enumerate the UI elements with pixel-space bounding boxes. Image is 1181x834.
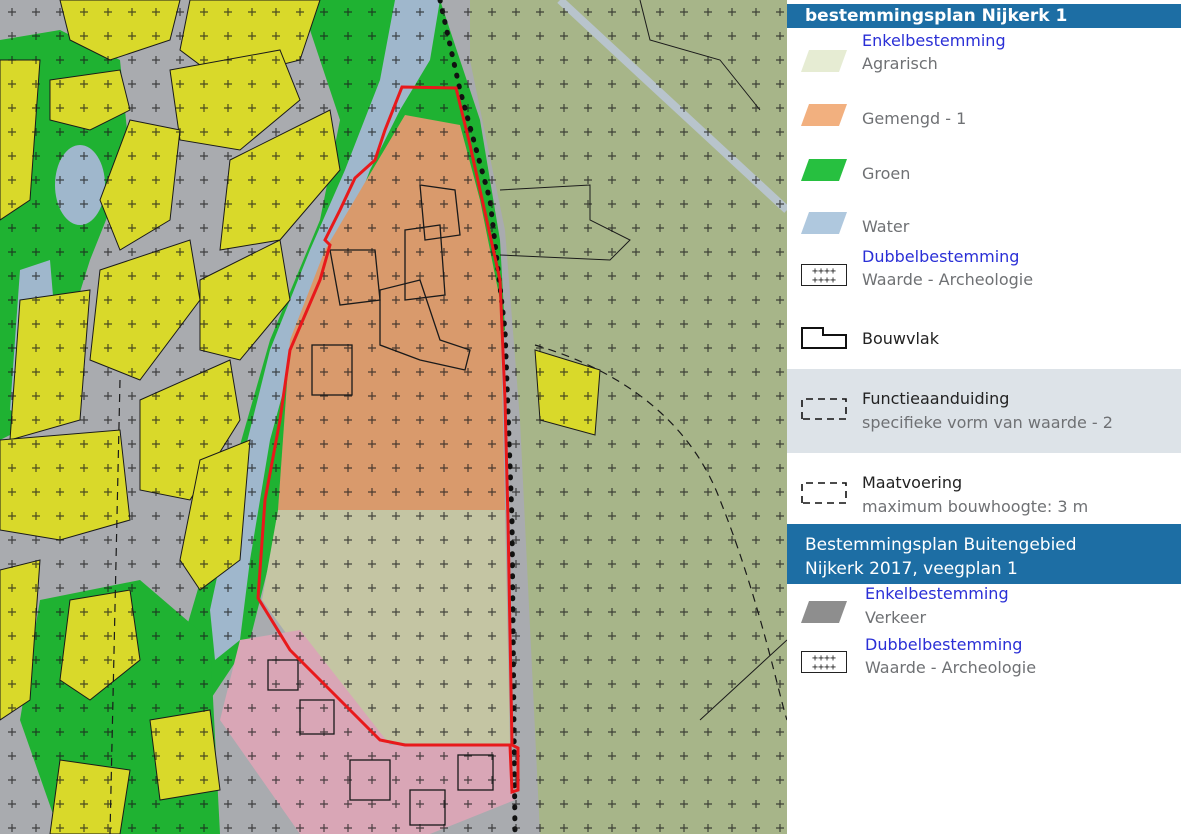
dubbelbestemming-heading: Dubbelbestemming xyxy=(862,247,1020,266)
archeologie-swatch-2: ++++ ++++ xyxy=(801,651,847,673)
bouwvlak-label: Bouwvlak xyxy=(862,329,939,348)
dubbelbestemming-heading-2: Dubbelbestemming xyxy=(865,635,1023,654)
agrarisch-label: Agrarisch xyxy=(862,54,938,73)
functieaanduiding-heading: Functieaanduiding xyxy=(862,389,1010,408)
zoning-map-canvas[interactable] xyxy=(0,0,787,834)
groen-swatch xyxy=(801,159,847,181)
legend-section1-title: bestemmingsplan Nijkerk 1 xyxy=(787,4,1181,28)
archeologie-label: Waarde - Archeologie xyxy=(862,270,1034,289)
svg-text:++++: ++++ xyxy=(812,662,836,673)
archeologie-label-2: Waarde - Archeologie xyxy=(865,658,1037,677)
legend-section2-title-line1: Bestemmingsplan Buitengebied xyxy=(805,535,1077,555)
maatvoering-label: maximum bouwhoogte: 3 m xyxy=(862,497,1089,516)
archeologie-swatch: ++++ ++++ xyxy=(801,264,847,286)
legend-section2-title: Bestemmingsplan Buitengebied Nijkerk 201… xyxy=(787,524,1181,584)
enkelbestemming-heading-2: Enkelbestemming xyxy=(865,584,1009,603)
legend-panel: bestemmingsplan Nijkerk 1 Enkelbestemmin… xyxy=(787,0,1181,834)
maatvoering-heading: Maatvoering xyxy=(862,473,963,492)
svg-text:++++: ++++ xyxy=(812,275,836,286)
water-label: Water xyxy=(862,217,910,236)
functieaanduiding-icon xyxy=(801,398,847,420)
gemengd-label: Gemengd - 1 xyxy=(862,109,967,128)
archeologie-hatch xyxy=(0,0,787,834)
functieaanduiding-label: specifieke vorm van waarde - 2 xyxy=(862,413,1113,432)
water-swatch xyxy=(801,212,847,234)
verkeer-swatch xyxy=(801,601,847,623)
legend-section2-title-line2: Nijkerk 2017, veegplan 1 xyxy=(805,559,1018,579)
groen-label: Groen xyxy=(862,164,911,183)
maatvoering-icon xyxy=(801,482,847,504)
bouwvlak-icon xyxy=(801,327,847,349)
enkelbestemming-heading: Enkelbestemming xyxy=(862,31,1006,50)
verkeer-label: Verkeer xyxy=(865,608,927,627)
gemengd-swatch xyxy=(801,104,847,126)
agrarisch-swatch xyxy=(801,50,847,72)
zoning-map[interactable] xyxy=(0,0,787,834)
